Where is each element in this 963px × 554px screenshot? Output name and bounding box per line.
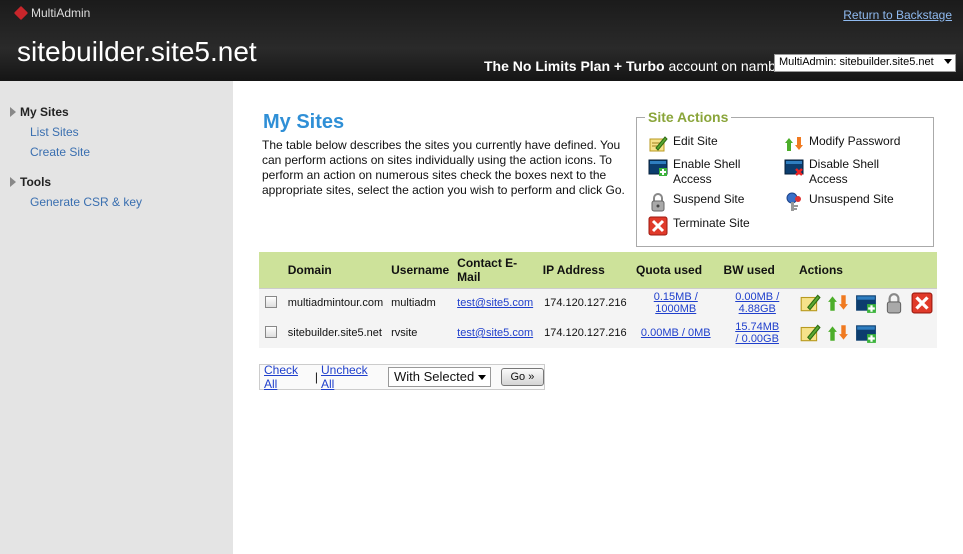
cell-quota-link[interactable]: 0.00MB / 0MB	[641, 327, 711, 339]
sites-table: Domain Username Contact E-Mail IP Addres…	[259, 252, 937, 348]
password-icon[interactable]	[827, 322, 849, 344]
cell-username: multiadm	[391, 297, 436, 310]
row-checkbox[interactable]	[265, 325, 278, 338]
password-icon[interactable]	[827, 292, 849, 314]
row-actions	[799, 292, 933, 314]
unlock-icon	[786, 192, 801, 211]
shell-enable-icon[interactable]	[855, 322, 877, 344]
action-suspend-site[interactable]: Suspend Site	[648, 192, 744, 212]
sidebar-section-my-sites[interactable]: My Sites	[10, 105, 69, 119]
plan-info: The No Limits Plan + Turbo account on na…	[484, 58, 788, 74]
cell-ip: 174.120.127.216	[544, 327, 627, 339]
col-checkbox	[259, 252, 284, 288]
lock-icon[interactable]	[883, 292, 905, 314]
table-row: multiadmintour.com multiadm test@site5.c…	[259, 288, 937, 318]
sidebar: My Sites List Sites Create Site Tools Ge…	[0, 81, 233, 554]
cell-bw-link[interactable]: 0.00MB / 4.88GB	[732, 291, 782, 315]
col-actions: Actions	[798, 262, 843, 277]
col-contact-email: Contact E-Mail	[457, 255, 518, 284]
action-label: Enable Shell Access	[673, 157, 741, 186]
action-label: Terminate Site	[673, 216, 750, 230]
edit-icon[interactable]	[799, 292, 821, 314]
sidebar-item-list-sites[interactable]: List Sites	[30, 125, 79, 139]
cell-ip: 174.120.127.216	[544, 297, 627, 310]
action-label: Suspend Site	[673, 192, 745, 206]
cell-domain: sitebuilder.site5.net	[287, 327, 382, 339]
edit-icon	[649, 136, 668, 152]
site-title: sitebuilder.site5.net	[17, 36, 257, 67]
link-separator: |	[314, 370, 318, 384]
sidebar-item-generate-csr[interactable]: Generate CSR & key	[30, 195, 142, 209]
plan-suffix: account on namber	[664, 58, 789, 74]
cell-domain: multiadmintour.com	[287, 297, 384, 310]
action-terminate-site[interactable]: Terminate Site	[648, 216, 750, 236]
action-label: Modify Password	[809, 134, 901, 148]
action-modify-password[interactable]: Modify Password	[784, 134, 900, 154]
sidebar-item-create-site[interactable]: Create Site	[30, 145, 90, 159]
return-to-backstage-link[interactable]: Return to Backstage	[843, 8, 952, 22]
terminate-icon[interactable]	[911, 292, 933, 314]
table-row: sitebuilder.site5.net rvsite test@site5.…	[259, 318, 937, 348]
terminate-icon	[648, 216, 668, 236]
bulk-actions-bar: Check All | Uncheck All With Selected Go…	[259, 363, 545, 391]
col-username: Username	[391, 262, 450, 277]
action-enable-shell[interactable]: Enable Shell Access	[648, 157, 768, 187]
plan-name: The No Limits Plan + Turbo	[484, 58, 665, 74]
uncheck-all-link[interactable]: Uncheck All	[321, 363, 381, 391]
action-disable-shell[interactable]: Disable Shell Access	[784, 157, 914, 187]
row-checkbox[interactable]	[265, 295, 278, 308]
brand-logo-icon	[13, 5, 29, 21]
shell-enable-icon[interactable]	[855, 292, 877, 314]
col-domain: Domain	[287, 262, 332, 277]
cell-username: rvsite	[391, 327, 418, 339]
top-header: MultiAdmin Return to Backstage sitebuild…	[0, 0, 963, 81]
table-header-row: Domain Username Contact E-Mail IP Addres…	[259, 252, 937, 288]
go-button[interactable]: Go »	[500, 368, 544, 386]
site-actions-legend: Site Actions	[645, 109, 732, 125]
col-ip-address: IP Address	[542, 262, 605, 277]
row-actions	[799, 322, 933, 344]
intro-text: The table below describes the sites you …	[262, 138, 625, 197]
chevron-down-icon	[944, 59, 952, 64]
account-select-value: MultiAdmin: sitebuilder.site5.net	[779, 56, 934, 68]
sidebar-section-title: Tools	[20, 175, 52, 189]
brand: MultiAdmin	[13, 5, 91, 21]
expand-arrow-icon	[10, 177, 16, 187]
edit-icon[interactable]	[799, 322, 821, 344]
action-edit-site[interactable]: Edit Site	[648, 134, 718, 154]
shell-enable-icon	[648, 159, 668, 176]
shell-disable-icon	[784, 159, 804, 176]
page-title: My Sites	[263, 111, 345, 133]
action-unsuspend-site[interactable]: Unsuspend Site	[784, 192, 894, 212]
cell-email-link[interactable]: test@site5.com	[457, 297, 533, 309]
sidebar-section-tools[interactable]: Tools	[10, 175, 51, 189]
password-icon	[785, 137, 803, 151]
lock-icon	[651, 193, 665, 212]
account-select[interactable]: MultiAdmin: sitebuilder.site5.net	[774, 54, 956, 72]
cell-bw-link[interactable]: 15.74MB / 0.00GB	[732, 321, 782, 345]
action-label: Edit Site	[673, 134, 718, 148]
action-label: Unsuspend Site	[809, 192, 894, 206]
bulk-action-select-value: With Selected	[393, 369, 475, 384]
sidebar-section-title: My Sites	[20, 105, 69, 119]
bulk-action-select[interactable]: With Selected	[387, 367, 491, 387]
col-quota-used: Quota used	[636, 262, 703, 277]
col-bw-used: BW used	[723, 262, 775, 277]
cell-quota-link[interactable]: 0.15MB / 1000MB	[641, 291, 711, 315]
check-all-link[interactable]: Check All	[264, 363, 312, 391]
expand-arrow-icon	[10, 107, 16, 117]
cell-email-link[interactable]: test@site5.com	[457, 327, 533, 339]
action-label: Disable Shell Access	[809, 157, 880, 186]
chevron-down-icon	[477, 375, 486, 380]
brand-name: MultiAdmin	[31, 6, 91, 20]
